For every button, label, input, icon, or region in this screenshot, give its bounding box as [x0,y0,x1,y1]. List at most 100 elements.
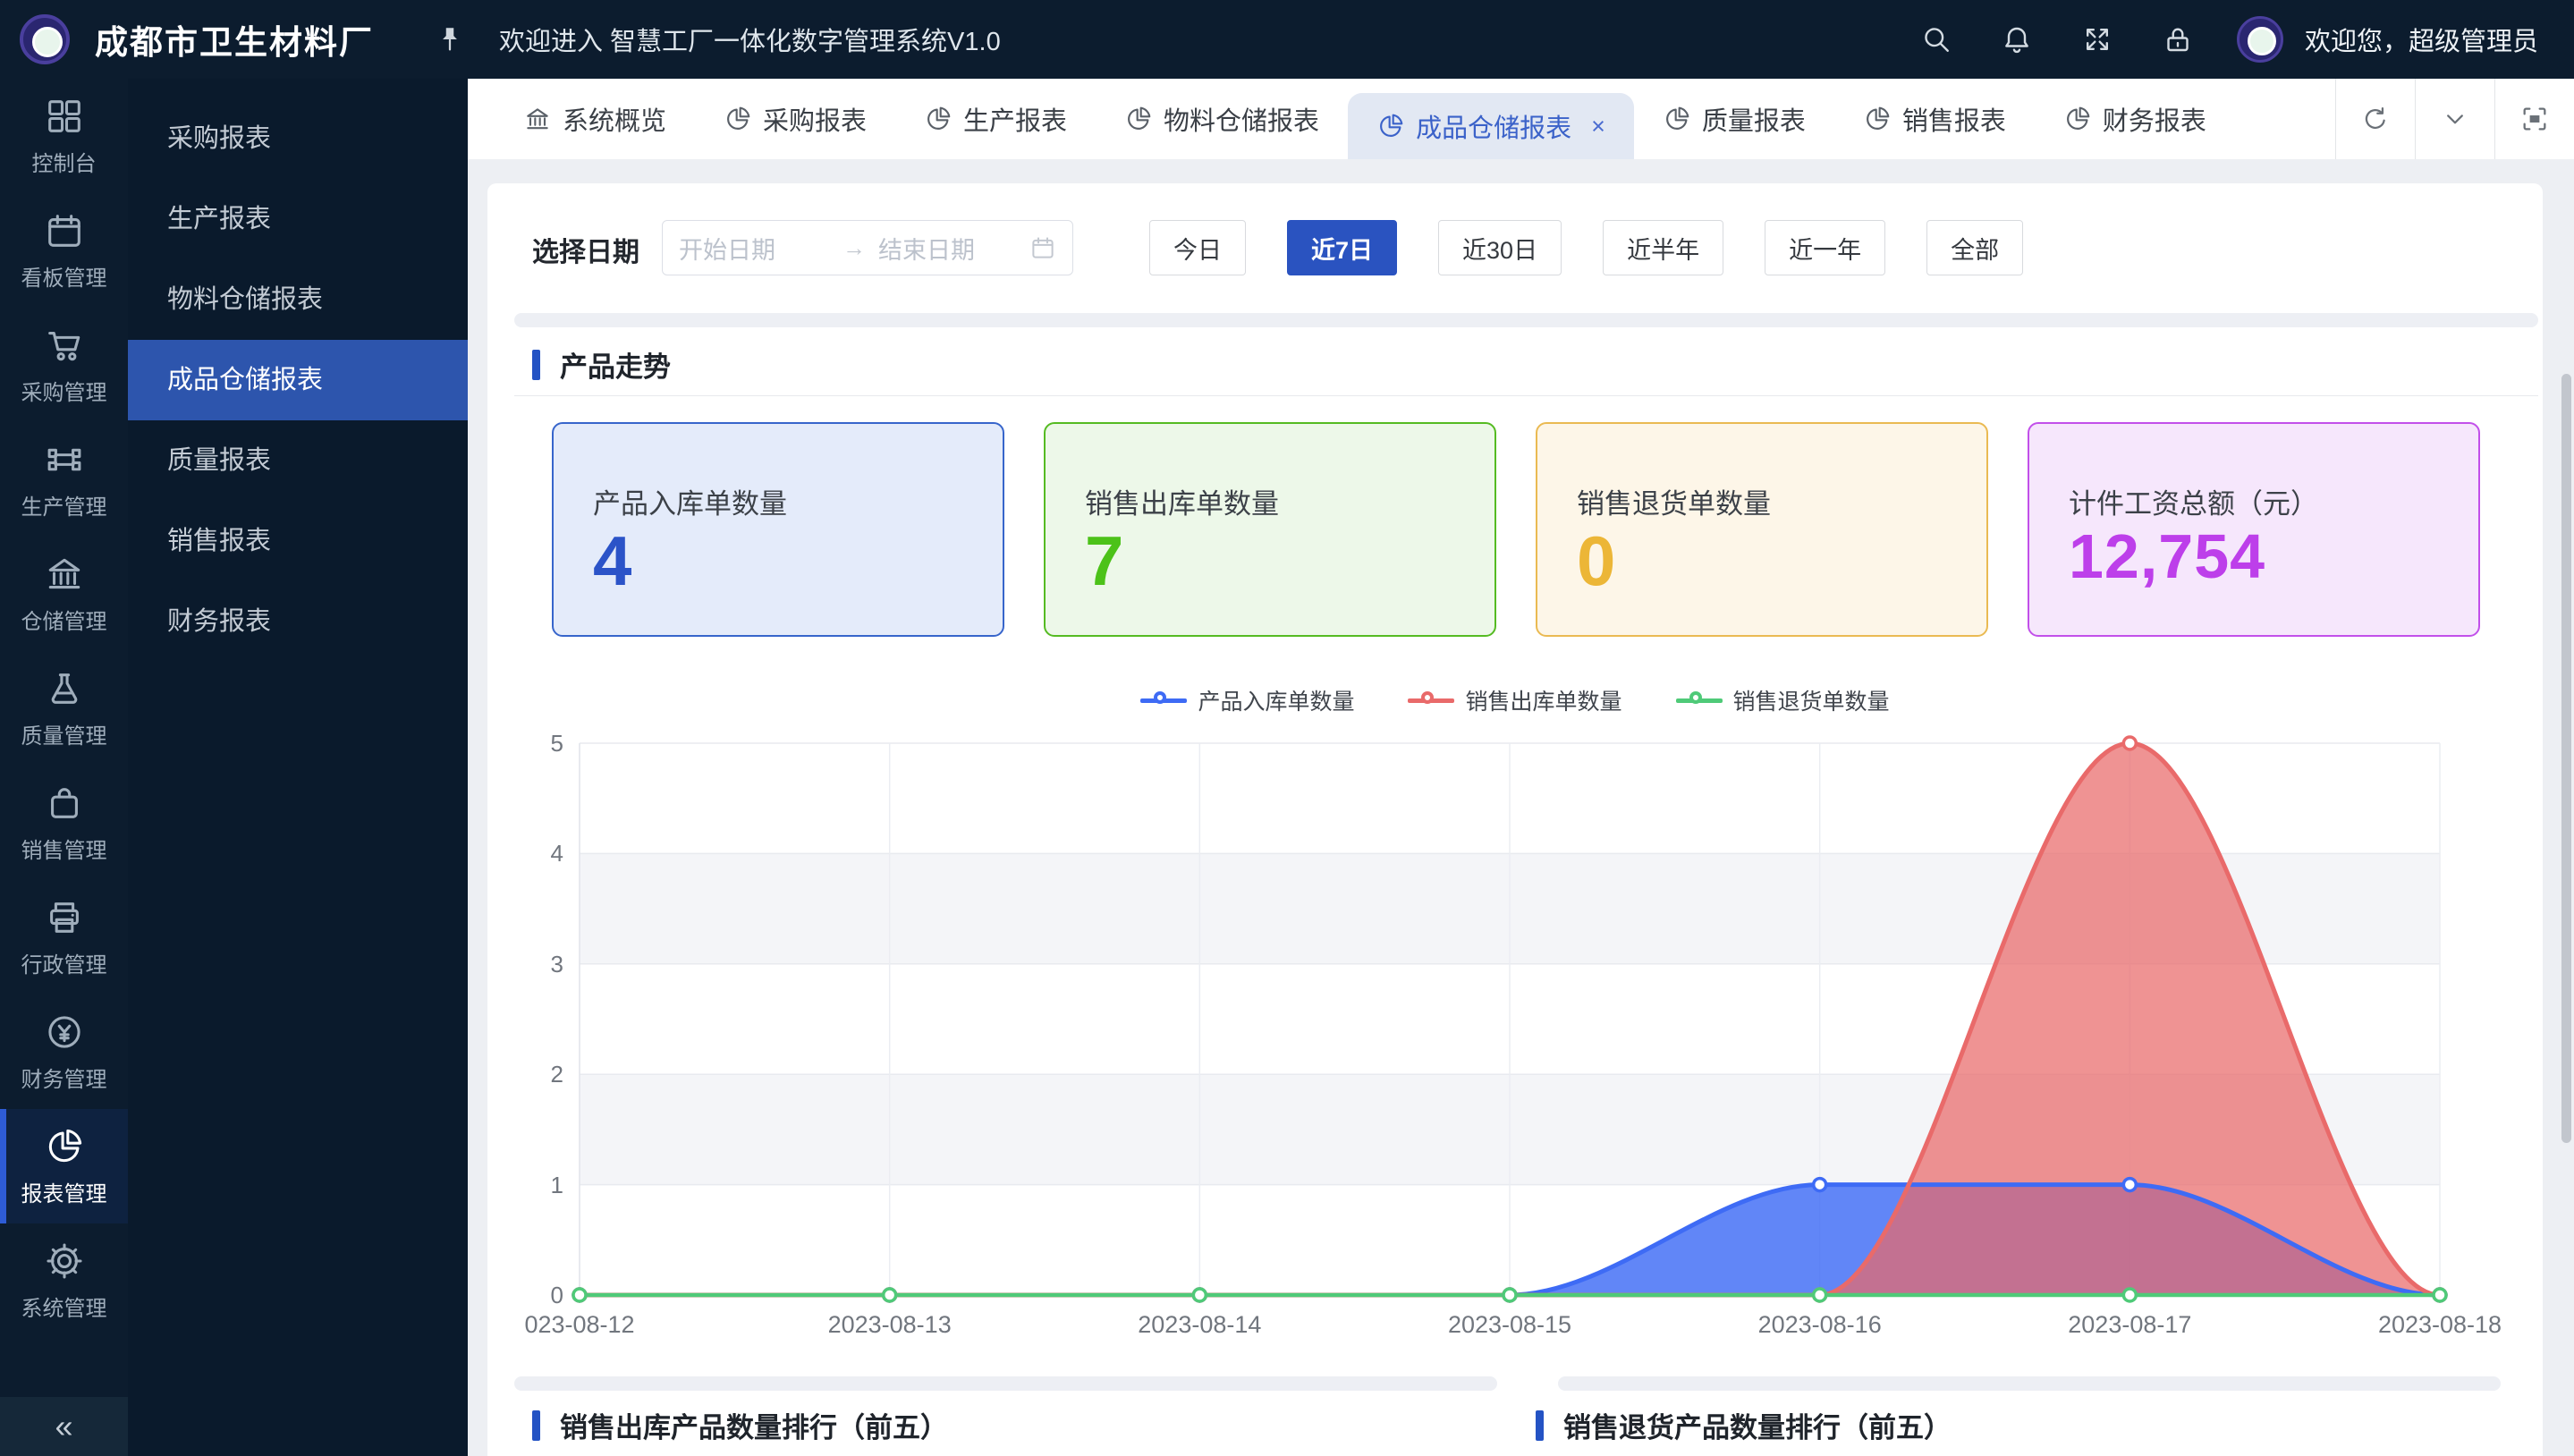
stat-card-value: 4 [593,521,633,600]
range-button-1[interactable]: 今日 [1149,220,1246,275]
tab-label: 生产报表 [963,107,1068,136]
tab-close-icon[interactable]: × [1591,113,1605,140]
cart-icon [44,325,85,366]
chevron-down-icon[interactable] [2416,79,2494,159]
maximize-icon[interactable] [2495,79,2574,159]
pin-icon[interactable] [435,24,465,55]
range-button-6[interactable]: 全部 [1926,220,2024,275]
stat-card-value: 12,754 [2069,521,2266,591]
report-panel: 选择日期 开始日期 → 结束日期 今日 近7日 近30日 近半年 近一年 全部 产品走势 … [487,183,2543,1456]
finance-exchange-icon [44,1012,85,1053]
submenu-item-7[interactable]: 财务报表 [128,581,468,662]
rank-return-section-title: 销售退货产品数量排行（前五） [1536,1405,1952,1445]
legend-label: 销售出库单数量 [1465,690,1622,715]
stat-card-label: 计件工资总额（元） [2069,488,2318,520]
search-icon[interactable] [1920,23,1952,55]
tab-3[interactable]: 生产报表 [895,79,1096,159]
stat-card-value: 0 [1577,521,1617,600]
legend-item-2[interactable]: 销售出库单数量 [1408,684,1622,716]
y-axis-tick-label: 2 [550,1061,563,1088]
refresh-icon[interactable] [2336,79,2415,159]
rail-item-6[interactable]: 质量管理 [0,651,128,766]
sidebar-collapse-button[interactable]: « [0,1397,128,1456]
bell-icon[interactable] [2001,23,2033,55]
rail-item-label: 财务管理 [21,1067,107,1092]
x-axis-tick-label: 023-08-12 [524,1311,635,1338]
trend-line-chart[interactable]: 0 1 2 3 4 5 023-08-12 2023-08-13 2023-08-14 2023-… [524,725,2502,1351]
x-axis-tick-label: 2023-08-14 [1138,1311,1262,1338]
pie-icon [1376,112,1405,140]
rail-item-10[interactable]: 报表管理 [0,1109,128,1223]
production-nodes-icon [44,439,85,480]
app-header: 成都市卫生材料厂 欢迎进入 智慧工厂一体化数字管理系统V1.0 欢迎您，超级管理… [0,0,2574,79]
submenu-item-1[interactable]: 采购报表 [128,98,468,179]
date-filter-label: 选择日期 [532,238,639,267]
rail-item-8[interactable]: 行政管理 [0,880,128,995]
range-button-4[interactable]: 近半年 [1603,220,1724,275]
submenu-item-5[interactable]: 质量报表 [128,420,468,501]
legend-item-3[interactable]: 销售退货单数量 [1675,684,1890,716]
stat-card-label: 销售出库单数量 [1085,488,1279,520]
pie-icon [2063,105,2092,133]
rail-item-label: 生产管理 [21,495,107,520]
lock-icon[interactable] [2162,23,2194,55]
rail-item-9[interactable]: 财务管理 [0,995,128,1109]
primary-sidebar: 控制台 看板管理 采购管理 生产管理 仓储管理 质量管理 销售管理 行政管理 财… [0,79,128,1456]
y-axis-tick-label: 5 [550,730,563,757]
rail-item-1[interactable]: 控制台 [0,79,128,193]
end-date-placeholder[interactable]: 结束日期 [878,231,1029,266]
date-range-input[interactable]: 开始日期 → 结束日期 [662,220,1073,275]
chart-canvas[interactable] [572,725,2448,1304]
tab-1[interactable]: 系统概览 [495,79,695,159]
submenu-item-3[interactable]: 物料仓储报表 [128,259,468,340]
rail-item-label: 行政管理 [21,952,107,978]
range-button-5[interactable]: 近一年 [1765,220,1886,275]
tab-5[interactable]: 成品仓储报表 × [1348,93,1634,159]
tab-4[interactable]: 物料仓储报表 [1096,79,1348,159]
rail-item-label: 销售管理 [21,838,107,863]
range-button-2[interactable]: 近7日 [1287,220,1398,275]
tab-7[interactable]: 销售报表 [1834,79,2035,159]
tab-toolbar [2335,79,2574,159]
submenu-item-6[interactable]: 销售报表 [128,501,468,581]
y-axis-tick-label: 3 [550,950,563,978]
calendar-icon [1029,234,1056,261]
company-name: 成都市卫生材料厂 [95,24,374,61]
tab-label: 财务报表 [2102,107,2206,136]
report-pie-icon [44,1126,85,1167]
tab-2[interactable]: 采购报表 [695,79,895,159]
quick-range-buttons: 今日 近7日 近30日 近半年 近一年 全部 [1149,220,2024,275]
submenu-item-4[interactable]: 成品仓储报表 [128,340,468,420]
pie-icon [924,105,953,133]
submenu-item-2[interactable]: 生产报表 [128,179,468,259]
fullscreen-expand-icon[interactable] [2081,23,2113,55]
stat-card-3: 销售退货单数量 0 [1536,422,1988,637]
y-axis-tick-label: 0 [550,1282,563,1308]
quality-flask-icon [44,668,85,709]
rail-item-5[interactable]: 仓储管理 [0,537,128,651]
start-date-placeholder[interactable]: 开始日期 [679,231,830,266]
tab-6[interactable]: 质量报表 [1634,79,1834,159]
legend-item-1[interactable]: 产品入库单数量 [1140,684,1354,716]
x-axis-tick-label: 2023-08-18 [2377,1311,2502,1338]
tab-8[interactable]: 财务报表 [2035,79,2235,159]
title-accent-bar [532,1409,540,1441]
rail-item-label: 采购管理 [21,380,107,405]
rail-item-label: 仓储管理 [21,609,107,634]
title-accent-bar [532,349,540,380]
user-avatar[interactable] [2236,16,2283,63]
x-axis-tick-label: 2023-08-17 [2068,1311,2192,1338]
stat-card-4: 计件工资总额（元） 12,754 [2028,422,2480,637]
rail-item-4[interactable]: 生产管理 [0,422,128,537]
rail-item-label: 质量管理 [21,724,107,749]
secondary-sidebar: 采购报表 生产报表 物料仓储报表 成品仓储报表 质量报表 销售报表 财务报表 [128,79,468,1456]
rail-item-11[interactable]: 系统管理 [0,1223,128,1338]
section-scroll-strip [1558,1376,2501,1391]
vertical-scrollbar-thumb[interactable] [2561,374,2571,1143]
rail-item-2[interactable]: 看板管理 [0,193,128,308]
rail-item-3[interactable]: 采购管理 [0,308,128,422]
stat-card-value: 7 [1085,521,1125,600]
range-arrow: → [842,233,866,261]
rail-item-7[interactable]: 销售管理 [0,766,128,880]
range-button-3[interactable]: 近30日 [1438,220,1562,275]
